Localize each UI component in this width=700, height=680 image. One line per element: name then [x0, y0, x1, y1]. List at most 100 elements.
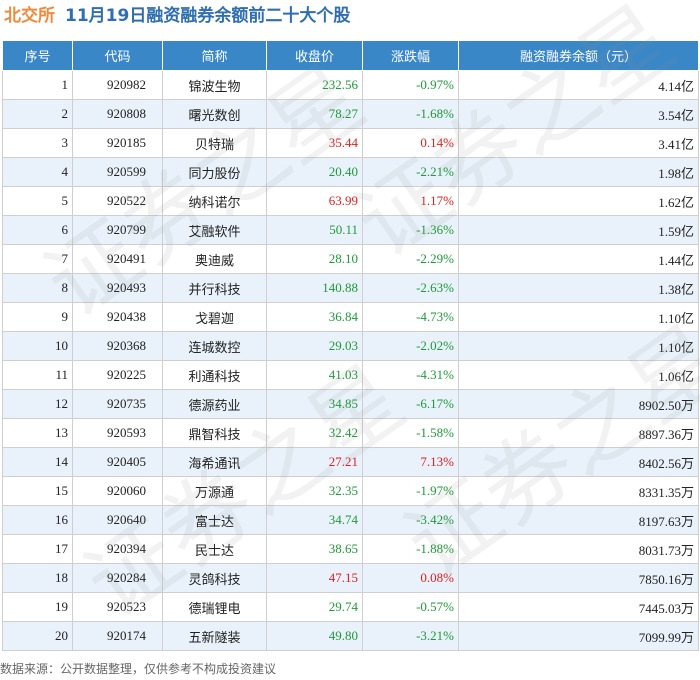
close-price: 50.11	[266, 215, 363, 245]
stock-code: 920735	[72, 389, 163, 419]
table-row[interactable]: 18 920284 灵鸽科技 47.15 0.08% 7850.16万	[2, 563, 699, 593]
margin-balance: 1.98亿	[458, 157, 699, 187]
page-title: 北交所 11月19日融资融券余额前二十大个股	[0, 0, 350, 32]
stock-name: 连城数控	[162, 331, 267, 361]
table-row[interactable]: 15 920060 万源通 32.35 -1.97% 8331.35万	[2, 476, 699, 506]
table-row[interactable]: 2 920808 曙光数创 78.27 -1.68% 3.54亿	[2, 99, 699, 129]
stock-name: 海希通讯	[162, 447, 267, 477]
margin-balance: 8897.36万	[458, 418, 699, 448]
row-index: 9	[2, 302, 73, 332]
table-row[interactable]: 6 920799 艾融软件 50.11 -1.36% 1.59亿	[2, 215, 699, 245]
margin-balance: 7099.99万	[458, 621, 699, 651]
table-row[interactable]: 11 920225 利通科技 41.03 -4.31% 1.06亿	[2, 360, 699, 390]
table-row[interactable]: 3 920185 贝特瑞 35.44 0.14% 3.41亿	[2, 128, 699, 158]
table-row[interactable]: 12 920735 德源药业 34.85 -6.17% 8902.50万	[2, 389, 699, 419]
table-row[interactable]: 13 920593 鼎智科技 32.42 -1.58% 8897.36万	[2, 418, 699, 448]
stock-name: 戈碧迦	[162, 302, 267, 332]
column-header-margin-balance[interactable]: 融资融券余额（元）	[458, 40, 699, 71]
stock-code: 920523	[72, 592, 163, 622]
stock-name: 利通科技	[162, 360, 267, 390]
close-price: 32.42	[266, 418, 363, 448]
stock-name: 奥迪威	[162, 244, 267, 274]
table-row[interactable]: 20 920174 五新隧装 49.80 -3.21% 7099.99万	[2, 621, 699, 651]
stock-name: 民士达	[162, 534, 267, 564]
stock-name: 曙光数创	[162, 99, 267, 129]
stock-name: 德瑞锂电	[162, 592, 267, 622]
row-index: 10	[2, 331, 73, 361]
table-row[interactable]: 17 920394 民士达 38.65 -1.88% 8031.73万	[2, 534, 699, 564]
close-price: 63.99	[266, 186, 363, 216]
close-price: 49.80	[266, 621, 363, 651]
stock-code: 920174	[72, 621, 163, 651]
row-index: 19	[2, 592, 73, 622]
column-header-name[interactable]: 简称	[162, 40, 267, 71]
table-row[interactable]: 16 920640 富士达 34.74 -3.42% 8197.63万	[2, 505, 699, 535]
change-percent: -1.97%	[362, 476, 459, 506]
change-percent: 7.13%	[362, 447, 459, 477]
margin-balance: 1.06亿	[458, 360, 699, 390]
table-row[interactable]: 7 920491 奥迪威 28.10 -2.29% 1.44亿	[2, 244, 699, 274]
margin-balance: 1.59亿	[458, 215, 699, 245]
stock-code: 920225	[72, 360, 163, 390]
stock-code: 920593	[72, 418, 163, 448]
change-percent: -1.68%	[362, 99, 459, 129]
close-price: 29.74	[266, 592, 363, 622]
change-percent: -1.36%	[362, 215, 459, 245]
row-index: 4	[2, 157, 73, 187]
row-index: 20	[2, 621, 73, 651]
margin-balance: 3.54亿	[458, 99, 699, 129]
table-row[interactable]: 5 920522 纳科诺尔 63.99 1.17% 1.62亿	[2, 186, 699, 216]
stock-name: 贝特瑞	[162, 128, 267, 158]
data-source-note: 数据来源：公开数据整理，仅供参考不构成投资建议	[0, 662, 277, 676]
table-row[interactable]: 9 920438 戈碧迦 36.84 -4.73% 1.10亿	[2, 302, 699, 332]
margin-balance: 1.10亿	[458, 302, 699, 332]
stock-code: 920808	[72, 99, 163, 129]
row-index: 7	[2, 244, 73, 274]
close-price: 34.85	[266, 389, 363, 419]
close-price: 32.35	[266, 476, 363, 506]
close-price: 47.15	[266, 563, 363, 593]
row-index: 16	[2, 505, 73, 535]
close-price: 34.74	[266, 505, 363, 535]
table-header-row: 序号 代码 简称 收盘价 涨跌幅 融资融券余额（元）	[2, 40, 699, 71]
row-index: 13	[2, 418, 73, 448]
change-percent: 0.14%	[362, 128, 459, 158]
margin-balance: 1.10亿	[458, 331, 699, 361]
row-index: 15	[2, 476, 73, 506]
close-price: 36.84	[266, 302, 363, 332]
table-row[interactable]: 14 920405 海希通讯 27.21 7.13% 8402.56万	[2, 447, 699, 477]
stock-name: 万源通	[162, 476, 267, 506]
row-index: 14	[2, 447, 73, 477]
margin-balance: 8902.50万	[458, 389, 699, 419]
change-percent: -0.97%	[362, 70, 459, 100]
table-row[interactable]: 8 920493 并行科技 140.88 -2.63% 1.38亿	[2, 273, 699, 303]
margin-balance: 8031.73万	[458, 534, 699, 564]
change-percent: -3.21%	[362, 621, 459, 651]
row-index: 18	[2, 563, 73, 593]
change-percent: -2.02%	[362, 331, 459, 361]
stock-code: 920522	[72, 186, 163, 216]
row-index: 17	[2, 534, 73, 564]
stock-code: 920491	[72, 244, 163, 274]
table-row[interactable]: 4 920599 同力股份 20.40 -2.21% 1.98亿	[2, 157, 699, 187]
close-price: 232.56	[266, 70, 363, 100]
table-row[interactable]: 1 920982 锦波生物 232.56 -0.97% 4.14亿	[2, 70, 699, 100]
column-header-index[interactable]: 序号	[2, 40, 73, 71]
table-row[interactable]: 10 920368 连城数控 29.03 -2.02% 1.10亿	[2, 331, 699, 361]
column-header-code[interactable]: 代码	[72, 40, 163, 71]
column-header-close-price[interactable]: 收盘价	[266, 40, 363, 71]
margin-balance: 8197.63万	[458, 505, 699, 535]
change-percent: -6.17%	[362, 389, 459, 419]
margin-balance: 8331.35万	[458, 476, 699, 506]
close-price: 20.40	[266, 157, 363, 187]
stock-name: 艾融软件	[162, 215, 267, 245]
margin-balance: 7850.16万	[458, 563, 699, 593]
close-price: 27.21	[266, 447, 363, 477]
margin-balance: 1.38亿	[458, 273, 699, 303]
market-title: 北交所	[4, 6, 55, 26]
stock-name: 德源药业	[162, 389, 267, 419]
table-row[interactable]: 19 920523 德瑞锂电 29.74 -0.57% 7445.03万	[2, 592, 699, 622]
column-header-change[interactable]: 涨跌幅	[362, 40, 459, 71]
change-percent: -2.29%	[362, 244, 459, 274]
report-title: 11月19日融资融券余额前二十大个股	[65, 6, 351, 26]
